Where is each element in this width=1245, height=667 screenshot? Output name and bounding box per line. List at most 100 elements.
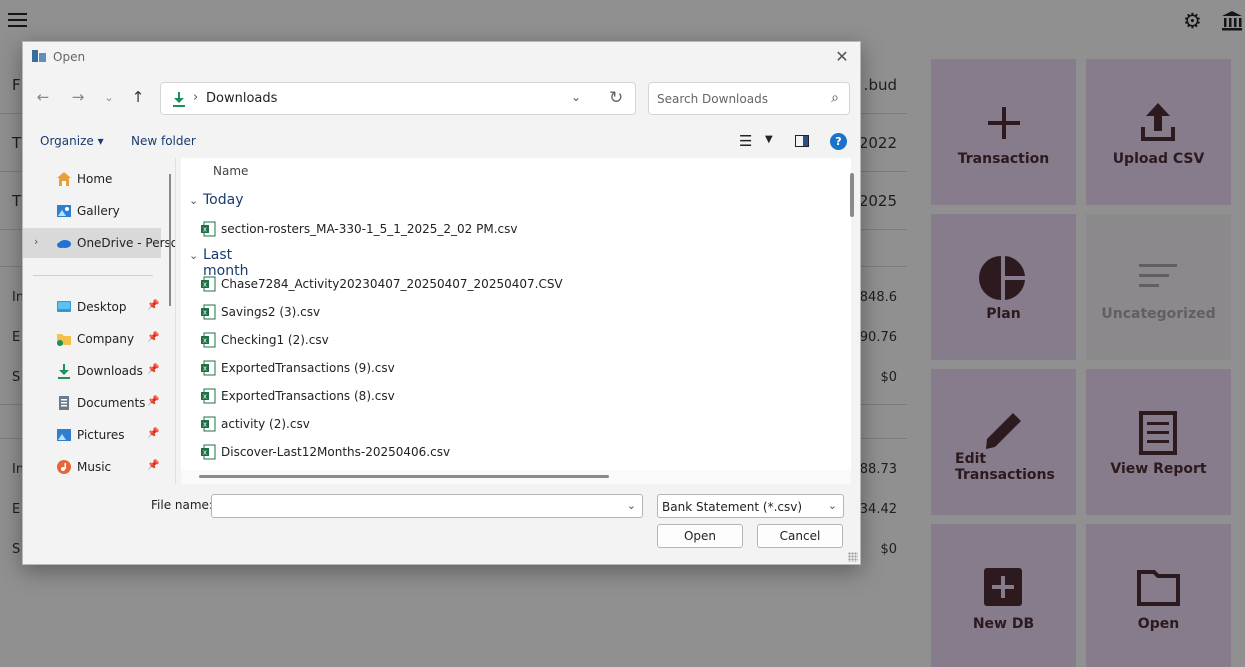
close-icon[interactable]: ✕ [830,45,854,69]
nav-item-label: Downloads [77,364,143,378]
nav-item-home[interactable]: Home [23,164,161,194]
chevron-down-icon[interactable]: ⌄ [627,499,636,512]
folder-icon [57,334,71,346]
file-list: Name ⌄ Today x section-rosters_MA-330-1_… [181,158,851,470]
pictures-icon [57,429,71,441]
view-list-icon[interactable]: ☰ [739,132,752,150]
new-folder-button[interactable]: New folder [131,134,196,148]
nav-item-downloads[interactable]: Downloads 📌 [23,356,161,386]
forward-arrow-icon[interactable]: → [68,88,88,106]
file-name: activity (2).csv [221,417,310,431]
svg-text:x: x [203,421,207,429]
cancel-button[interactable]: Cancel [757,524,843,548]
nav-item-gallery[interactable]: Gallery [23,196,161,226]
nav-item-label: OneDrive - Personal [77,236,175,250]
address-path[interactable]: Downloads [206,91,277,106]
file-row[interactable]: x ExportedTransactions (9).csv [181,355,831,381]
svg-text:x: x [203,281,207,289]
gallery-icon [57,205,71,217]
file-row[interactable]: x ExportedTransactions (8).csv [181,383,831,409]
pin-icon[interactable]: 📌 [147,300,159,311]
nav-item-label: Music [77,460,112,474]
download-icon [173,92,185,107]
pin-icon[interactable]: 📌 [147,332,159,343]
column-header-name[interactable]: Name [213,164,248,178]
breadcrumb-chevron-icon: › [193,90,199,105]
file-name-input[interactable]: ⌄ [211,494,643,518]
excel-file-icon: x [201,276,216,292]
cloud-icon [57,240,71,248]
file-type-select[interactable]: Bank Statement (*.csv) ⌄ [657,494,844,518]
file-name: Savings2 (3).csv [221,305,321,319]
recent-locations-chevron-icon[interactable]: ⌄ [99,91,119,104]
file-name-label: File name: [151,498,213,512]
file-row[interactable]: x Chase7284_Activity20230407_20250407_20… [181,271,831,297]
pin-icon[interactable]: 📌 [147,364,159,375]
file-row[interactable]: x Savings2 (3).csv [181,299,831,325]
documents-icon [59,396,69,410]
file-name: section-rosters_MA-330-1_5_1_2025_2_02 P… [221,222,518,236]
dialog-titlebar[interactable]: Open ✕ [23,42,860,72]
file-row[interactable]: x Discover-Last12Months-20250406.csv [181,439,831,465]
chevron-down-icon[interactable]: ⌄ [571,90,581,104]
nav-item-desktop[interactable]: Desktop 📌 [23,292,161,322]
search-input[interactable]: Search Downloads ⌕ [648,82,850,115]
file-name: ExportedTransactions (8).csv [221,389,395,403]
excel-file-icon: x [201,304,216,320]
file-row[interactable]: x activity (2).csv [181,411,831,437]
svg-text:x: x [203,393,207,401]
nav-divider [33,275,153,276]
excel-file-icon: x [201,332,216,348]
open-button[interactable]: Open [657,524,743,548]
chevron-down-icon[interactable]: ⌄ [828,499,837,512]
desktop-icon [57,301,71,312]
home-icon [57,172,71,186]
nav-item-onedrive[interactable]: › OneDrive - Personal [23,228,175,258]
nav-item-documents[interactable]: Documents 📌 [23,388,161,418]
svg-text:x: x [203,337,207,345]
file-list-vertical-scrollbar[interactable] [850,173,854,217]
file-name: Chase7284_Activity20230407_20250407_2025… [221,277,563,291]
nav-item-label: Documents [77,396,146,410]
file-list-horizontal-scrollbar[interactable] [199,475,609,478]
dialog-title: Open [53,50,86,64]
file-row[interactable]: x Checking1 (2).csv [181,327,831,353]
organize-button[interactable]: Organize ▾ [40,134,104,148]
excel-file-icon: x [201,360,216,376]
file-name: Discover-Last12Months-20250406.csv [221,445,451,459]
back-arrow-icon[interactable]: ← [33,88,53,106]
file-name: Checking1 (2).csv [221,333,329,347]
excel-file-icon: x [201,221,216,237]
nav-item-pictures[interactable]: Pictures 📌 [23,420,161,450]
app-logo-icon [32,50,46,62]
expand-chevron-icon[interactable]: › [34,235,38,248]
excel-file-icon: x [201,444,216,460]
search-placeholder: Search Downloads [657,92,768,106]
nav-item-label: Home [77,172,113,186]
file-row[interactable]: x section-rosters_MA-330-1_5_1_2025_2_02… [181,216,831,242]
refresh-icon[interactable]: ↻ [609,88,623,108]
address-bar[interactable]: › Downloads ⌄ ↻ [160,82,636,115]
nav-item-label: Desktop [77,300,127,314]
nav-item-company[interactable]: Company 📌 [23,324,161,354]
collapse-chevron-icon[interactable]: ⌄ [189,194,198,207]
pin-icon[interactable]: 📌 [147,428,159,439]
download-icon [58,364,70,379]
view-options-dropdown-icon[interactable]: ▼ [765,134,773,145]
pin-icon[interactable]: 📌 [147,460,159,471]
nav-item-music[interactable]: Music 📌 [23,452,161,482]
group-label: Today [203,192,244,208]
pin-icon[interactable]: 📌 [147,396,159,407]
collapse-chevron-icon[interactable]: ⌄ [189,249,198,262]
svg-text:x: x [203,365,207,373]
search-icon[interactable]: ⌕ [831,90,839,106]
open-file-dialog: Open ✕ ← → ⌄ ↑ › Downloads ⌄ ↻ Search Do… [22,41,861,565]
up-arrow-icon[interactable]: ↑ [128,88,148,106]
file-type-value: Bank Statement (*.csv) [662,500,803,514]
help-icon[interactable]: ? [830,133,847,150]
nav-scrollbar[interactable] [169,174,171,306]
svg-text:x: x [203,309,207,317]
preview-pane-icon[interactable] [795,135,809,147]
resize-grip-icon[interactable] [848,552,858,562]
nav-item-label: Pictures [77,428,125,442]
